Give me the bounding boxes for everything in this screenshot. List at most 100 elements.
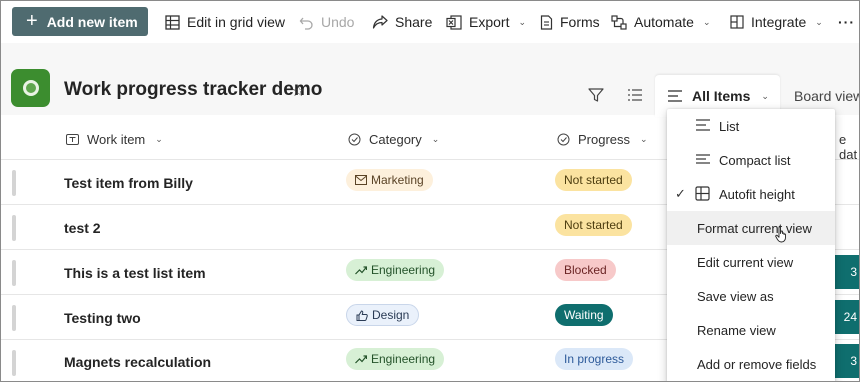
automate-label: Automate <box>634 14 694 30</box>
menu-item-autofit-height[interactable]: ✓ Autofit height <box>667 177 835 211</box>
forms-button[interactable]: Forms <box>540 1 600 43</box>
edit-grid-view-button[interactable]: Edit in grid view <box>165 1 285 43</box>
work-item-title[interactable]: Testing two <box>64 310 141 326</box>
category-pill: Engineering <box>346 259 445 281</box>
progress-label: In progress <box>564 352 625 366</box>
board-view-tab[interactable]: Board view <box>794 88 859 104</box>
category-label: Design <box>372 308 410 322</box>
favorite-star-icon[interactable]: ☆ <box>291 81 305 101</box>
chevron-down-icon: ⌄ <box>155 133 163 144</box>
menu-item-label: Save view as <box>697 288 774 304</box>
text-field-icon <box>66 133 79 145</box>
view-options-menu: List Compact list ✓ Autofit height Forma… <box>667 109 835 381</box>
share-icon <box>372 14 388 29</box>
menu-item-add-or-remove-fields[interactable]: Add or remove fields <box>667 347 835 381</box>
trend-icon <box>355 266 367 275</box>
row-select-handle[interactable] <box>12 170 16 196</box>
hand-cursor-icon <box>775 226 786 243</box>
menu-item-rename-view[interactable]: Rename view <box>667 313 835 347</box>
menu-item-label: Add or remove fields <box>697 356 817 372</box>
category-pill: Engineering <box>346 348 445 370</box>
group-by-icon[interactable] <box>627 87 643 103</box>
mail-icon <box>355 175 367 185</box>
category-label: Marketing <box>371 173 424 187</box>
chevron-down-icon: ⌄ <box>431 133 440 144</box>
export-button[interactable]: Export ⌄ <box>446 1 526 43</box>
column-header-due-date[interactable]: e dat <box>839 132 859 162</box>
share-button[interactable]: Share <box>372 1 432 43</box>
excel-icon <box>446 14 462 30</box>
column-header-label: Category <box>369 131 422 147</box>
page-title: Work progress tracker demo <box>64 79 323 100</box>
filter-icon[interactable] <box>588 87 604 103</box>
row-select-handle[interactable] <box>12 305 16 331</box>
chevron-down-icon: ⌄ <box>761 90 769 101</box>
list-view-icon <box>668 90 682 102</box>
integrate-label: Integrate <box>751 14 807 30</box>
column-header-category[interactable]: Category ⌄ <box>348 119 439 159</box>
logo-ring-icon <box>22 80 39 96</box>
edit-grid-view-label: Edit in grid view <box>187 14 286 30</box>
work-item-title[interactable]: This is a test list item <box>64 265 206 281</box>
row-select-handle[interactable] <box>12 350 16 376</box>
progress-pill: Not started <box>555 169 632 191</box>
automate-button[interactable]: Automate ⌄ <box>611 1 710 43</box>
forms-label: Forms <box>560 14 600 30</box>
share-label: Share <box>395 14 433 30</box>
column-header-label: Work item <box>87 131 146 147</box>
chevron-down-icon: ⌄ <box>640 133 648 144</box>
work-item-title[interactable]: test 2 <box>64 220 101 236</box>
more-options-button[interactable]: ··· <box>838 1 855 43</box>
progress-pill: Not started <box>555 214 632 236</box>
chevron-down-icon: ⌄ <box>518 16 527 27</box>
work-item-title[interactable]: Test item from Billy <box>64 175 193 191</box>
menu-item-format-current-view[interactable]: Format current view <box>667 211 835 245</box>
list-icon <box>696 119 710 131</box>
progress-label: Not started <box>564 173 623 187</box>
column-header-work-item[interactable]: Work item ⌄ <box>66 119 163 159</box>
integrate-icon <box>730 15 744 29</box>
flow-icon <box>611 14 627 30</box>
more-options-label: ··· <box>838 14 855 30</box>
add-new-item-label: Add new item <box>46 13 138 30</box>
menu-item-edit-current-view[interactable]: Edit current view <box>667 245 835 279</box>
menu-item-label: Format current view <box>697 220 812 236</box>
autofit-icon <box>695 186 710 201</box>
choice-icon <box>557 133 570 145</box>
form-icon <box>540 14 553 30</box>
command-bar: + Add new item Edit in grid view Undo Sh… <box>1 1 859 43</box>
category-label: Engineering <box>371 263 436 277</box>
integrate-button[interactable]: Integrate ⌄ <box>730 1 823 43</box>
view-switcher-label: All Items <box>692 88 751 104</box>
work-item-title[interactable]: Magnets recalculation <box>64 354 211 370</box>
menu-item-label: Edit current view <box>697 254 794 270</box>
undo-label: Undo <box>321 14 355 30</box>
row-select-handle[interactable] <box>12 260 16 286</box>
app-window: + Add new item Edit in grid view Undo Sh… <box>0 0 860 382</box>
due-date-cell: 3 <box>831 255 859 289</box>
undo-icon <box>299 17 313 30</box>
choice-icon <box>348 133 361 145</box>
category-label: Engineering <box>371 352 436 366</box>
chevron-down-icon: ⌄ <box>815 16 823 27</box>
menu-item-label: Autofit height <box>719 186 795 202</box>
progress-pill: Blocked <box>555 259 616 281</box>
menu-item-save-view-as[interactable]: Save view as <box>667 279 835 313</box>
compact-list-icon <box>696 154 710 164</box>
export-label: Export <box>469 14 510 30</box>
due-date-cell: 3 <box>831 344 859 378</box>
progress-pill: Waiting <box>555 304 613 326</box>
add-new-item-button[interactable]: + Add new item <box>12 7 148 36</box>
progress-label: Not started <box>564 218 623 232</box>
row-select-handle[interactable] <box>12 215 16 241</box>
progress-label: Waiting <box>564 308 604 322</box>
column-header-label: Progress <box>578 131 631 147</box>
menu-item-list[interactable]: List <box>667 109 835 143</box>
plus-icon: + <box>26 9 38 32</box>
list-logo <box>11 69 50 107</box>
undo-button[interactable]: Undo <box>299 1 354 43</box>
category-pill: Marketing <box>346 169 433 191</box>
chevron-down-icon: ⌄ <box>702 16 711 27</box>
column-header-progress[interactable]: Progress ⌄ <box>557 119 648 159</box>
menu-item-compact-list[interactable]: Compact list <box>667 143 835 177</box>
